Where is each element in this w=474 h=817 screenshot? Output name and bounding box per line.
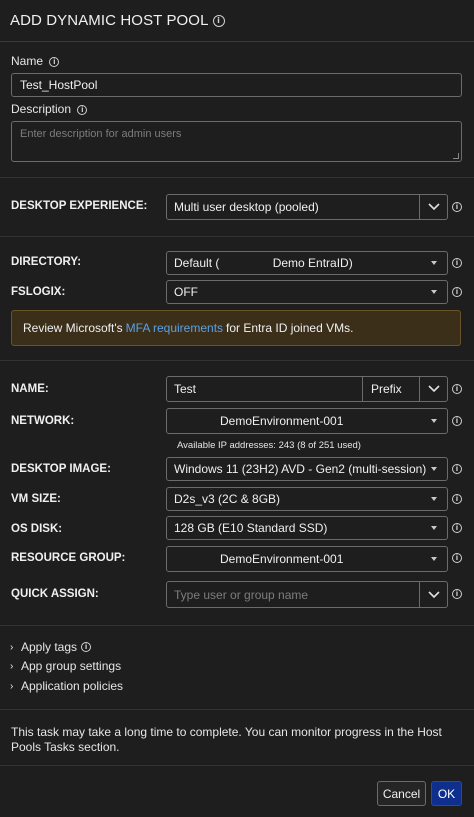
mfa-warning-banner: Review Microsoft's MFA requirements for … [11, 310, 461, 346]
resource-group-label: RESOURCE GROUP: [11, 552, 126, 564]
info-icon[interactable]: i [452, 494, 462, 504]
name-label-row: Name i [11, 54, 60, 68]
name-mode-select[interactable]: Prefix [362, 377, 419, 401]
desktop-experience-select[interactable]: Multi user desktop (pooled) [166, 194, 448, 220]
info-icon[interactable]: i [452, 287, 462, 297]
os-disk-select[interactable]: 128 GB (E10 Standard SSD) [166, 516, 448, 540]
desktop-image-select[interactable]: Windows 11 (23H2) AVD - Gen2 (multi-sess… [166, 457, 448, 481]
divider [0, 625, 474, 626]
info-icon[interactable]: i [77, 104, 88, 115]
chevron-down-icon[interactable] [419, 582, 447, 607]
directory-value: Default ( Demo EntraID) [174, 256, 353, 270]
app-group-settings-label: App group settings [21, 659, 122, 673]
cancel-button[interactable]: Cancel [377, 781, 426, 806]
info-icon[interactable]: i [452, 416, 462, 426]
divider [0, 236, 474, 237]
os-disk-value: 128 GB (E10 Standard SSD) [174, 521, 328, 535]
chevron-right-icon: › [10, 641, 14, 653]
banner-suffix: for Entra ID joined VMs. [226, 321, 354, 335]
os-disk-label: OS DISK: [11, 523, 63, 535]
fslogix-value: OFF [174, 285, 198, 299]
quick-assign-label: QUICK ASSIGN: [11, 588, 99, 600]
description-placeholder: Enter description for admin users [20, 128, 182, 140]
network-value: DemoEnvironment-001 [220, 414, 344, 428]
banner-prefix: Review Microsoft's [23, 321, 123, 335]
caret-down-icon [431, 467, 437, 471]
desktop-experience-label: DESKTOP EXPERIENCE: [11, 200, 148, 212]
divider [0, 709, 474, 710]
caret-down-icon [431, 419, 437, 423]
desktop-image-value: Windows 11 (23H2) AVD - Gen2 (multi-sess… [174, 462, 427, 476]
caret-down-icon [431, 526, 437, 530]
footer-note: This task may take a long time to comple… [11, 725, 442, 754]
network-select[interactable]: DemoEnvironment-001 [166, 408, 448, 434]
desktop-experience-value: Multi user desktop (pooled) [174, 200, 319, 214]
quick-assign-placeholder: Type user or group name [174, 587, 309, 602]
apply-tags-label: Apply tags [21, 640, 78, 654]
application-policies-label: Application policies [21, 679, 124, 693]
divider [0, 360, 474, 361]
resource-group-select[interactable]: DemoEnvironment-001 [166, 546, 448, 572]
dialog-title: ADD DYNAMIC HOST POOL [10, 12, 209, 29]
caret-down-icon [431, 261, 437, 265]
directory-label: DIRECTORY: [11, 256, 82, 268]
divider [0, 765, 474, 766]
info-icon[interactable]: i [452, 553, 462, 563]
info-icon[interactable]: i [452, 523, 462, 533]
name-input[interactable]: Test_HostPool [11, 73, 462, 97]
info-icon[interactable]: i [452, 384, 462, 394]
apply-tags-expander[interactable]: › Apply tags i [10, 640, 92, 654]
quick-assign-input[interactable]: Type user or group name [166, 581, 448, 608]
description-label: Description [11, 102, 72, 116]
info-icon[interactable]: i [49, 56, 60, 67]
fslogix-select[interactable]: OFF [166, 280, 448, 304]
description-label-row: Description i [11, 102, 88, 116]
name-mode-value: Prefix [371, 382, 402, 396]
description-textarea[interactable]: Enter description for admin users [11, 121, 462, 162]
resource-group-value: DemoEnvironment-001 [220, 552, 344, 566]
info-icon[interactable]: i [212, 14, 225, 27]
directory-select[interactable]: Default ( Demo EntraID) [166, 251, 448, 275]
caret-down-icon [431, 497, 437, 501]
ok-button[interactable]: OK [431, 781, 462, 806]
name-label: Name [11, 54, 44, 68]
vm-name-input[interactable]: Test Prefix [166, 376, 448, 402]
info-icon[interactable]: i [452, 464, 462, 474]
chevron-down-icon[interactable] [419, 195, 447, 219]
info-icon[interactable]: i [81, 642, 92, 652]
dialog-header: ADD DYNAMIC HOST POOL i [0, 0, 474, 42]
chevron-down-icon[interactable] [419, 377, 447, 401]
info-icon[interactable]: i [452, 589, 462, 599]
application-policies-expander[interactable]: › Application policies [10, 679, 123, 693]
info-icon[interactable]: i [452, 202, 462, 212]
app-group-settings-expander[interactable]: › App group settings [10, 659, 121, 673]
fslogix-label: FSLOGIX: [11, 286, 66, 298]
vm-name-value: Test [174, 382, 197, 396]
name-input-value: Test_HostPool [20, 78, 98, 92]
vm-size-value: D2s_v3 (2C & 8GB) [174, 492, 281, 506]
chevron-right-icon: › [10, 680, 14, 692]
chevron-right-icon: › [10, 660, 14, 672]
mfa-requirements-link[interactable]: MFA requirements [126, 321, 223, 335]
caret-down-icon [431, 557, 437, 561]
divider [0, 177, 474, 178]
vm-size-select[interactable]: D2s_v3 (2C & 8GB) [166, 487, 448, 511]
vm-name-label: NAME: [11, 383, 49, 395]
available-ip-note: Available IP addresses: 243 (8 of 251 us… [177, 440, 361, 451]
vm-size-label: VM SIZE: [11, 493, 61, 505]
desktop-image-label: DESKTOP IMAGE: [11, 463, 111, 475]
resize-handle-icon[interactable] [453, 153, 459, 159]
caret-down-icon [431, 290, 437, 294]
network-label: NETWORK: [11, 415, 75, 427]
info-icon[interactable]: i [452, 258, 462, 268]
